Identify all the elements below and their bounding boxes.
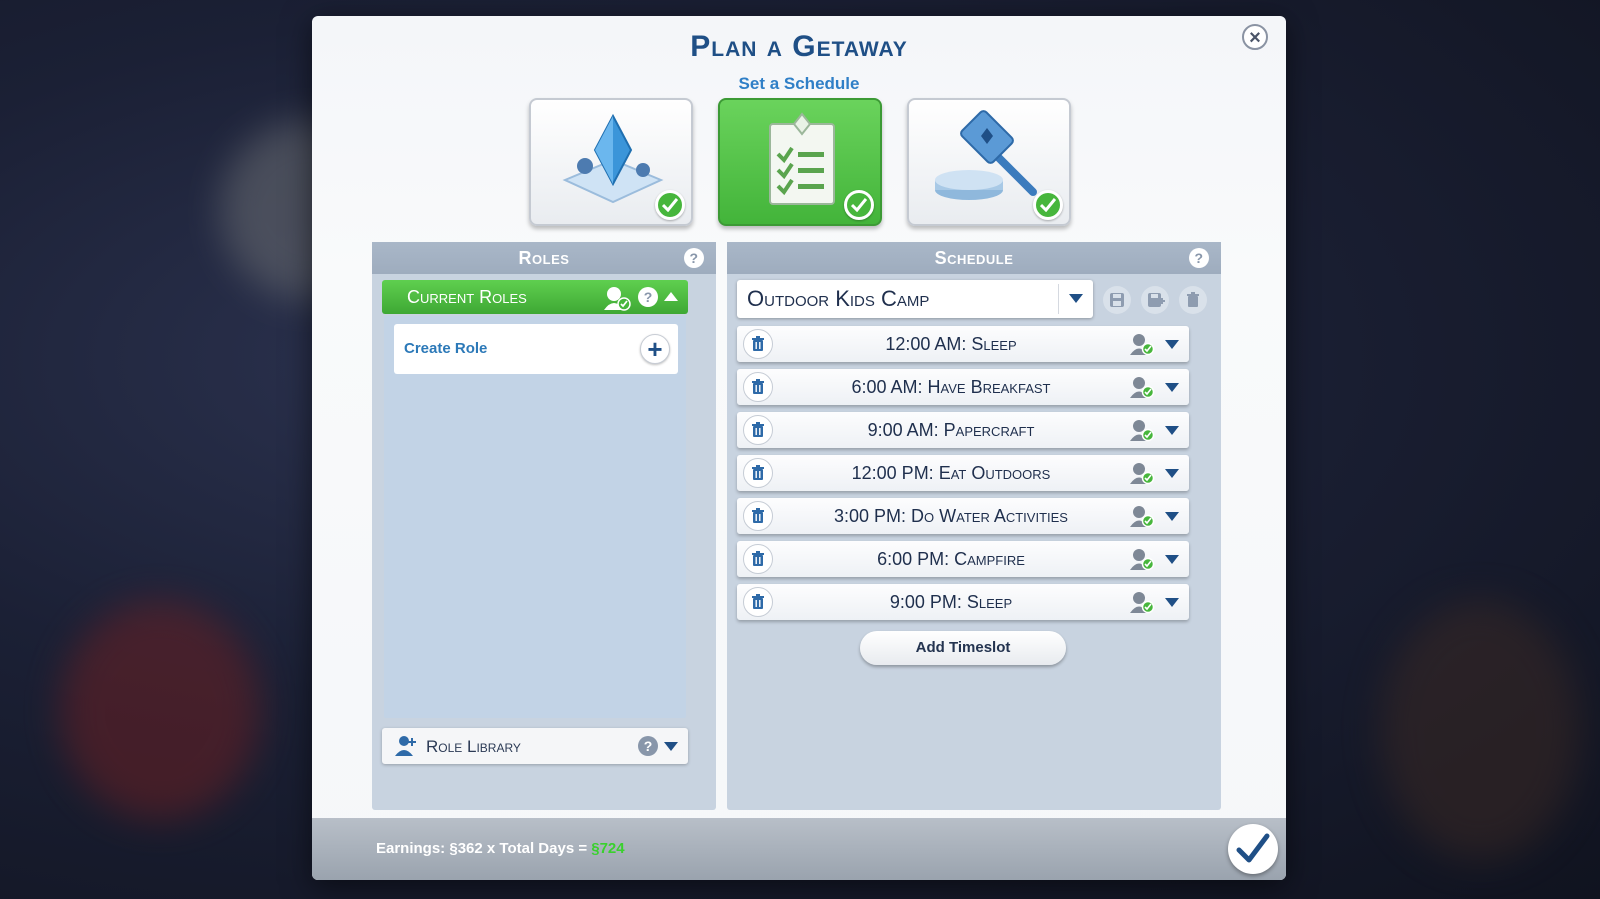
schedule-select-value: Outdoor Kids Camp: [747, 286, 930, 311]
earnings-per-day: 362: [457, 840, 483, 857]
chevron-down-icon: [1069, 294, 1083, 303]
timeslot-label: 9:00 PM: Sleep: [889, 592, 1013, 612]
roles-list: Create Role +: [384, 316, 686, 718]
gavel-icon: [935, 110, 1037, 200]
assign-sim-icon[interactable]: [1129, 504, 1155, 528]
trash-icon[interactable]: [743, 458, 773, 488]
earnings-prefix: Earnings:: [376, 840, 450, 857]
earnings-text: Earnings: §362 x Total Days = §724: [376, 840, 625, 857]
background-shape: [60, 600, 260, 820]
lot-plumbob-icon: [562, 113, 664, 204]
timeslot-row[interactable]: 6:00 AM: Have Breakfast: [737, 369, 1189, 405]
step-rules-card[interactable]: [907, 98, 1071, 226]
chevron-down-icon[interactable]: [1165, 383, 1179, 392]
roles-panel: Roles ? Current Roles ? Create Role + Ro…: [372, 242, 716, 810]
checklist-icon: [769, 112, 835, 205]
dialog-title: Plan a Getaway: [690, 30, 908, 63]
chevron-down-icon[interactable]: [1165, 555, 1179, 564]
timeslot-row[interactable]: 12:00 AM: Sleep: [737, 326, 1189, 362]
chevron-down-icon[interactable]: [1165, 512, 1179, 521]
chevron-down-icon[interactable]: [1165, 340, 1179, 349]
assign-sim-icon[interactable]: [1129, 461, 1155, 485]
timeslot-label: 3:00 PM: Do Water Activities: [834, 506, 1068, 526]
role-library-label: Role Library: [426, 737, 521, 756]
chevron-down-icon[interactable]: [1165, 426, 1179, 435]
chevron-down-icon[interactable]: [1165, 469, 1179, 478]
timeslot-label: 12:00 AM: Sleep: [885, 334, 1017, 354]
help-icon[interactable]: ?: [684, 248, 704, 268]
save-icon[interactable]: [1103, 286, 1131, 314]
timeslot-label: 9:00 AM: Papercraft: [867, 420, 1035, 440]
completed-check-icon: [1033, 190, 1063, 220]
roles-header-label: Roles: [518, 248, 570, 268]
collapse-arrow-icon[interactable]: [664, 292, 678, 301]
dialog-footer: Earnings: §362 x Total Days = §724: [312, 818, 1286, 880]
help-icon[interactable]: ?: [638, 287, 658, 307]
timeslot-row[interactable]: 9:00 AM: Papercraft: [737, 412, 1189, 448]
timeslot-label: 6:00 PM: Campfire: [877, 549, 1025, 569]
timeslot-row[interactable]: 6:00 PM: Campfire: [737, 541, 1189, 577]
add-timeslot-button[interactable]: Add Timeslot: [860, 631, 1066, 665]
timeslot-label: 6:00 AM: Have Breakfast: [851, 377, 1051, 397]
schedule-select[interactable]: Outdoor Kids Camp: [737, 280, 1093, 318]
schedule-header-label: Schedule: [934, 248, 1014, 268]
create-role-label: Create Role: [404, 340, 488, 357]
trash-icon[interactable]: [743, 544, 773, 574]
delete-schedule-icon[interactable]: [1179, 286, 1207, 314]
trash-icon[interactable]: [743, 329, 773, 359]
step-schedule-card[interactable]: [718, 98, 882, 226]
timeslot-label: 12:00 PM: Eat Outdoors: [851, 463, 1051, 483]
chevron-down-icon[interactable]: [1165, 598, 1179, 607]
create-role-item[interactable]: Create Role +: [394, 324, 678, 374]
timeslot-row[interactable]: 3:00 PM: Do Water Activities: [737, 498, 1189, 534]
background-shape: [1380, 600, 1580, 860]
sim-check-icon: [604, 287, 631, 311]
trash-icon[interactable]: [743, 501, 773, 531]
step-lot-card[interactable]: [529, 98, 693, 226]
trash-icon[interactable]: [743, 372, 773, 402]
assign-sim-icon[interactable]: [1129, 590, 1155, 614]
trash-icon[interactable]: [743, 415, 773, 445]
roles-header: Roles ?: [372, 242, 716, 274]
help-icon[interactable]: ?: [638, 736, 658, 756]
help-icon[interactable]: ?: [1189, 248, 1209, 268]
dropdown-divider: [1058, 284, 1059, 314]
expand-arrow-icon[interactable]: [664, 742, 678, 751]
currency-symbol: §: [449, 840, 458, 857]
person-add-icon: [395, 736, 416, 756]
timeslot-row[interactable]: 9:00 PM: Sleep: [737, 584, 1189, 620]
timeslot-row[interactable]: 12:00 PM: Eat Outdoors: [737, 455, 1189, 491]
assign-sim-icon[interactable]: [1129, 547, 1155, 571]
schedule-header: Schedule ?: [727, 242, 1221, 274]
earnings-total: §724: [591, 840, 624, 857]
current-roles-label: Current Roles: [407, 287, 527, 307]
total-amount: 724: [599, 840, 625, 857]
completed-check-icon: [655, 190, 685, 220]
total-currency-symbol: §: [591, 840, 600, 857]
completed-check-icon: [844, 190, 874, 220]
assign-sim-icon[interactable]: [1129, 332, 1155, 356]
current-roles-bar[interactable]: Current Roles ?: [382, 280, 688, 314]
earnings-middle: x Total Days =: [482, 840, 592, 857]
confirm-button[interactable]: [1228, 824, 1278, 874]
checkmark-icon: [1236, 833, 1270, 863]
plus-icon[interactable]: +: [640, 334, 670, 364]
save-as-icon[interactable]: [1141, 286, 1169, 314]
role-library-bar[interactable]: Role Library ?: [382, 728, 688, 764]
plan-getaway-dialog: × Plan a Getaway Set a Schedule Roles ? …: [312, 16, 1286, 880]
schedule-panel: Schedule ? Outdoor Kids Camp 12:00 AM: S…: [727, 242, 1221, 810]
assign-sim-icon[interactable]: [1129, 418, 1155, 442]
assign-sim-icon[interactable]: [1129, 375, 1155, 399]
dialog-subtitle: Set a Schedule: [738, 74, 860, 93]
trash-icon[interactable]: [743, 587, 773, 617]
